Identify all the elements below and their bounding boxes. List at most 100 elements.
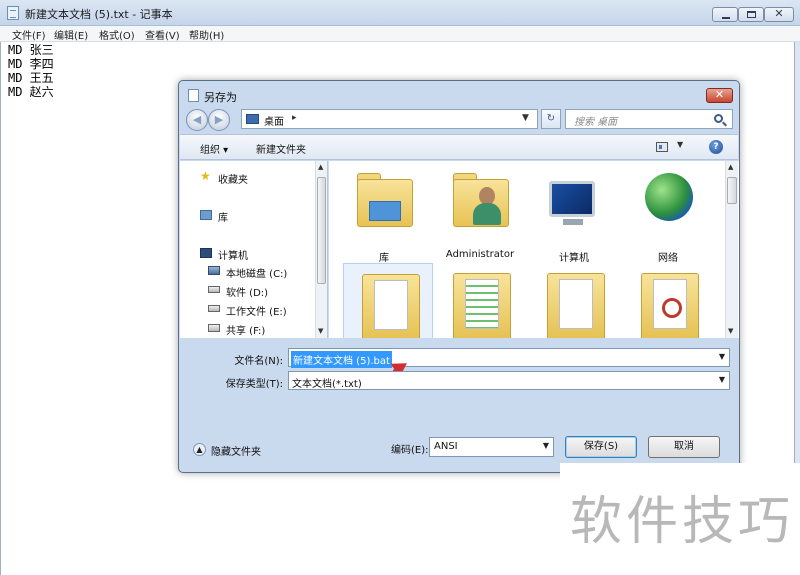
hide-folders-button[interactable]: 隐藏文件夹 bbox=[211, 443, 261, 458]
close-button[interactable]: ✕ bbox=[764, 7, 794, 22]
back-button[interactable]: ◀ bbox=[186, 109, 208, 131]
cancel-button[interactable]: 取消 bbox=[648, 436, 720, 458]
new-folder-button[interactable]: 新建文件夹 bbox=[256, 141, 306, 156]
chevron-down-icon[interactable]: ▼ bbox=[522, 113, 529, 123]
file-item-network[interactable]: 网络 bbox=[623, 165, 713, 264]
text-line: MD 张三 bbox=[8, 43, 54, 57]
filename-value[interactable]: 新建文本文档 (5).bat bbox=[291, 351, 392, 368]
search-input[interactable]: 搜索 桌面 bbox=[565, 109, 733, 129]
document-icon bbox=[374, 280, 408, 330]
search-placeholder: 搜索 桌面 bbox=[574, 117, 618, 128]
minimize-button[interactable] bbox=[712, 7, 738, 22]
nav-drive-e[interactable]: 工作文件 (E:) bbox=[226, 303, 287, 318]
notepad-menubar: 文件(F) 编辑(E) 格式(O) 查看(V) 帮助(H) bbox=[0, 26, 800, 42]
nav-libraries[interactable]: 库 bbox=[218, 209, 228, 224]
file-label: Administrator bbox=[445, 249, 515, 260]
scroll-thumb[interactable] bbox=[317, 177, 326, 284]
address-bar[interactable]: 桌面 ▸ ▼ bbox=[241, 109, 538, 129]
menu-help[interactable]: 帮助(H) bbox=[189, 27, 224, 42]
maximize-button[interactable] bbox=[738, 7, 764, 22]
computer-icon bbox=[200, 248, 212, 258]
desktop-icon bbox=[246, 114, 259, 124]
filetype-label: 保存类型(T): bbox=[225, 379, 283, 390]
organize-button[interactable]: 组织 ▾ bbox=[200, 141, 228, 156]
pdf-icon bbox=[653, 279, 687, 329]
menu-file[interactable]: 文件(F) bbox=[12, 27, 46, 42]
forward-arrow-icon: ▶ bbox=[214, 113, 224, 126]
file-item-administrator[interactable]: Administrator bbox=[435, 165, 525, 261]
file-item-library[interactable]: 库 bbox=[339, 165, 429, 264]
chevron-down-icon[interactable]: ▼ bbox=[719, 375, 725, 384]
encoding-value: ANSI bbox=[434, 441, 458, 452]
library-window-icon bbox=[369, 201, 401, 221]
menu-format[interactable]: 格式(O) bbox=[99, 27, 135, 42]
monitor-stand-icon bbox=[563, 219, 583, 225]
forward-button[interactable]: ▶ bbox=[208, 109, 230, 131]
address-location[interactable]: 桌面 bbox=[264, 113, 284, 128]
folder-item[interactable] bbox=[343, 263, 433, 338]
file-item-computer[interactable]: 计算机 bbox=[529, 165, 619, 264]
encoding-label: 编码(E): bbox=[391, 445, 429, 456]
nav-drive-d[interactable]: 软件 (D:) bbox=[226, 284, 268, 299]
menu-view[interactable]: 查看(V) bbox=[145, 27, 180, 42]
local-disk-icon bbox=[208, 266, 220, 275]
nav-drive-c[interactable]: 本地磁盘 (C:) bbox=[226, 265, 287, 280]
drive-icon bbox=[208, 305, 220, 312]
menu-edit[interactable]: 编辑(E) bbox=[54, 27, 88, 42]
scroll-up-icon[interactable]: ▲ bbox=[318, 163, 323, 171]
scroll-up-icon[interactable]: ▲ bbox=[728, 163, 733, 171]
scroll-thumb[interactable] bbox=[727, 177, 737, 204]
save-as-dialog: 另存为 ✕ ◀ ▶ 桌面 ▸ ▼ ↻ 搜索 桌面 组织 ▾ 新建文件夹 ▼ ? … bbox=[178, 80, 740, 473]
dialog-toolbar: 组织 ▾ 新建文件夹 ▼ ? bbox=[180, 134, 738, 160]
refresh-button[interactable]: ↻ bbox=[541, 109, 561, 129]
network-share-icon bbox=[208, 324, 220, 332]
chevron-down-icon[interactable]: ▼ bbox=[543, 441, 549, 450]
notepad-frame-left bbox=[0, 42, 1, 575]
notepad-titlebar: 新建文本文档 (5).txt - 记事本 ✕ bbox=[0, 0, 800, 26]
network-globe-icon bbox=[645, 173, 693, 221]
folder-item[interactable] bbox=[623, 263, 713, 338]
nav-computer[interactable]: 计算机 bbox=[218, 247, 248, 262]
refresh-icon: ↻ bbox=[546, 113, 556, 124]
filetype-value: 文本文档(*.txt) bbox=[292, 379, 362, 390]
scroll-down-icon[interactable]: ▼ bbox=[318, 327, 323, 335]
user-icon bbox=[473, 187, 501, 227]
nav-scrollbar[interactable]: ▲ ▼ bbox=[315, 161, 327, 338]
scroll-down-icon[interactable]: ▼ bbox=[728, 327, 733, 335]
file-label: 计算机 bbox=[559, 253, 589, 264]
nav-drive-f[interactable]: 共享 (F:) bbox=[226, 322, 265, 337]
help-icon[interactable]: ? bbox=[709, 140, 723, 154]
notepad-title: 新建文本文档 (5).txt - 记事本 bbox=[25, 8, 173, 21]
file-label: 网络 bbox=[658, 253, 678, 264]
close-icon: ✕ bbox=[714, 88, 725, 101]
text-line: MD 王五 bbox=[8, 71, 54, 85]
notepad-text-area[interactable]: MD 张三 MD 李四 MD 王五 MD 赵六 bbox=[8, 43, 54, 99]
watermark: 软件技巧 bbox=[560, 463, 800, 575]
dialog-close-button[interactable]: ✕ bbox=[706, 88, 733, 103]
filetype-select[interactable]: 文本文档(*.txt) ▼ bbox=[288, 371, 730, 390]
navigation-pane: ★ 收藏夹 库 计算机 本地磁盘 (C:) 软件 (D:) 工作文件 (E:) … bbox=[180, 161, 328, 338]
chevron-down-icon[interactable]: ▼ bbox=[677, 140, 683, 149]
filename-label: 文件名(N): bbox=[234, 356, 283, 367]
folder-item[interactable] bbox=[435, 263, 525, 338]
computer-icon bbox=[549, 181, 595, 217]
star-icon: ★ bbox=[200, 169, 211, 183]
nav-favorites[interactable]: 收藏夹 bbox=[218, 171, 248, 186]
chevron-down-icon[interactable]: ▼ bbox=[719, 352, 725, 361]
drive-icon bbox=[208, 286, 220, 293]
folder-item[interactable] bbox=[529, 263, 619, 338]
collapse-icon[interactable]: ▲ bbox=[193, 443, 206, 456]
file-scrollbar[interactable]: ▲ ▼ bbox=[725, 161, 738, 338]
library-icon bbox=[200, 210, 212, 220]
encoding-select[interactable]: ANSI ▼ bbox=[429, 437, 554, 457]
filename-input[interactable]: 新建文本文档 (5).bat ▼ bbox=[288, 348, 730, 368]
minimize-icon bbox=[722, 17, 730, 19]
file-label: 库 bbox=[379, 253, 389, 264]
address-separator[interactable]: ▸ bbox=[292, 113, 297, 123]
change-view-icon[interactable] bbox=[656, 142, 668, 152]
text-line: MD 赵六 bbox=[8, 85, 54, 99]
back-arrow-icon: ◀ bbox=[192, 113, 202, 126]
save-button[interactable]: 保存(S) bbox=[565, 436, 637, 458]
search-icon[interactable] bbox=[714, 114, 723, 123]
text-line: MD 李四 bbox=[8, 57, 54, 71]
